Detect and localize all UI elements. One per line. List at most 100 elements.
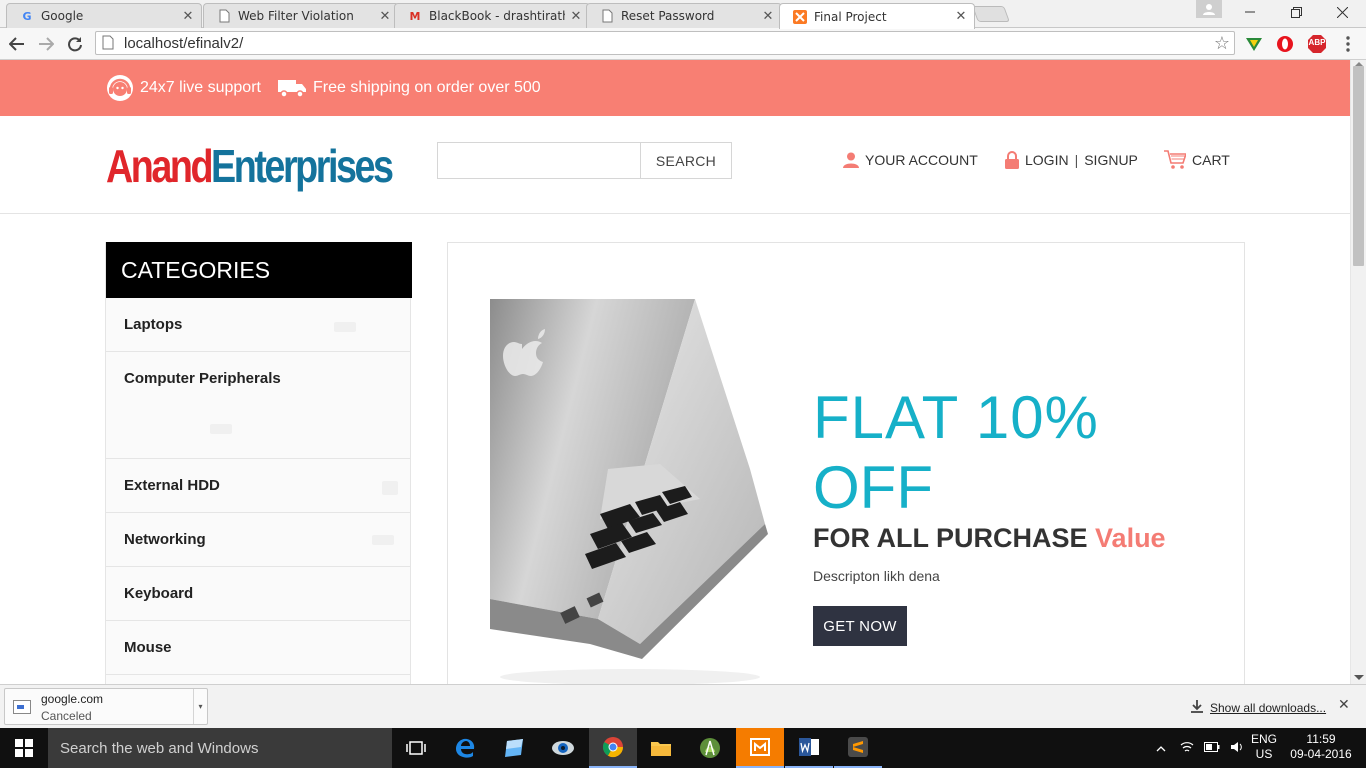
cart-link[interactable]: CART [1164, 148, 1230, 172]
tab-title: Final Project [814, 9, 887, 24]
user-icon [843, 152, 859, 168]
bookmark-star-icon[interactable]: ☆ [1214, 33, 1230, 54]
tab-reset-password[interactable]: Reset Password ✕ [586, 3, 782, 28]
offer-subheadline: FOR ALL PURCHASE Value [813, 523, 1166, 554]
download-arrow-icon [1190, 699, 1204, 716]
restore-icon[interactable] [1273, 0, 1319, 24]
photos-app-icon[interactable] [490, 728, 538, 768]
tab-web-filter-violation[interactable]: Web Filter Violation ✕ [203, 3, 399, 28]
logo-part-2: Enterprises [211, 140, 394, 192]
get-now-button[interactable]: GET NOW [813, 606, 907, 646]
search-button[interactable]: SEARCH [640, 143, 731, 178]
windows-start-icon[interactable] [0, 728, 48, 768]
category-label: Keyboard [124, 585, 194, 602]
minimize-icon[interactable] [1227, 0, 1273, 24]
language-code: ENG [1251, 732, 1278, 746]
login-signup-separator: | [1074, 152, 1079, 168]
new-tab-button[interactable] [972, 6, 1010, 22]
input-language[interactable]: ENG US [1251, 732, 1277, 762]
download-filename: google.com [41, 692, 104, 706]
clock[interactable]: 11:59 09-04-2016 [1290, 732, 1352, 762]
close-tab-icon[interactable]: ✕ [761, 9, 775, 24]
file-explorer-icon[interactable] [637, 728, 685, 768]
download-item[interactable]: google.com Canceled ▾ [4, 688, 208, 725]
category-decoration [382, 481, 398, 495]
lock-icon [1005, 151, 1019, 169]
show-all-downloads[interactable]: Show all downloads... [1190, 699, 1326, 716]
android-studio-icon[interactable] [686, 728, 734, 768]
edge-icon[interactable] [441, 728, 489, 768]
eye-app-icon[interactable] [539, 728, 587, 768]
close-tab-icon[interactable]: ✕ [954, 9, 968, 24]
tab-title: Google [41, 9, 84, 23]
battery-icon[interactable] [1204, 741, 1220, 755]
close-window-icon[interactable] [1319, 0, 1365, 24]
category-label: Computer Peripherals [124, 370, 281, 387]
laptop-image [490, 299, 768, 684]
category-laptops[interactable]: Laptops [106, 298, 410, 352]
maxthon-icon[interactable] [736, 728, 784, 768]
task-view-icon[interactable] [392, 728, 440, 768]
download-menu-icon[interactable]: ▾ [193, 689, 207, 724]
windows-taskbar: Search the web and Windows ENG US 11:59 … [0, 728, 1366, 768]
category-external-hdd[interactable]: External HDD [106, 459, 410, 513]
chrome-icon[interactable] [589, 728, 637, 768]
page-scrollbar[interactable] [1350, 60, 1366, 684]
category-decoration [210, 424, 232, 434]
offer-subheadline-accent: Value [1095, 523, 1166, 553]
site-search: SEARCH [437, 142, 732, 179]
sublime-text-icon[interactable] [834, 728, 882, 768]
logo-part-1: Anand [106, 140, 214, 192]
category-decoration [372, 535, 394, 545]
search-input[interactable] [438, 143, 640, 178]
back-icon[interactable] [5, 32, 29, 56]
address-bar[interactable]: localhost/efinalv2/ ☆ [95, 31, 1235, 55]
region-code: US [1255, 747, 1273, 761]
signup-link[interactable]: SIGNUP [1084, 152, 1138, 168]
opera-extension-icon[interactable] [1274, 34, 1296, 54]
show-all-downloads-link[interactable]: Show all downloads... [1210, 701, 1326, 715]
volume-icon[interactable] [1230, 741, 1244, 756]
page-viewport: 24x7 live support Free shipping on order… [0, 60, 1350, 684]
category-keyboard[interactable]: Keyboard [106, 567, 410, 621]
adblock-extension-icon[interactable]: ABP [1306, 34, 1328, 54]
scrollbar-thumb[interactable] [1353, 66, 1364, 266]
scroll-down-icon[interactable] [1354, 675, 1364, 680]
login-link[interactable]: LOGIN [1025, 152, 1069, 168]
tab-google[interactable]: G Google ✕ [6, 3, 202, 28]
taskbar-search-input[interactable]: Search the web and Windows [48, 728, 392, 768]
categories-sidebar: CATEGORIES Laptops Computer Peripherals … [105, 242, 412, 684]
truck-icon [277, 77, 307, 99]
file-icon [13, 700, 31, 714]
category-label: Networking [124, 531, 206, 548]
close-shelf-icon[interactable]: ✕ [1338, 697, 1350, 713]
xampp-icon [792, 9, 808, 25]
clock-time: 11:59 [1306, 732, 1336, 746]
tab-blackbook[interactable]: M BlackBook - drashtirathod ✕ [394, 3, 590, 28]
close-tab-icon[interactable]: ✕ [181, 9, 195, 24]
close-tab-icon[interactable]: ✕ [569, 9, 583, 24]
category-computer-peripherals[interactable]: Computer Peripherals [106, 352, 410, 459]
word-icon[interactable] [785, 728, 833, 768]
promo-banner: FLAT 10% OFF FOR ALL PURCHASE Value Desc… [447, 242, 1245, 684]
tab-final-project[interactable]: Final Project ✕ [779, 3, 975, 29]
category-mouse[interactable]: Mouse [106, 621, 410, 675]
reload-icon[interactable] [63, 32, 87, 56]
download-shelf: google.com Canceled ▾ Show all downloads… [0, 684, 1366, 728]
your-account-label: YOUR ACCOUNT [865, 152, 978, 168]
tab-title: Web Filter Violation [238, 9, 354, 23]
profile-icon[interactable] [1196, 0, 1222, 18]
category-networking[interactable]: Networking [106, 513, 410, 567]
tab-title: Reset Password [621, 9, 715, 23]
clock-date: 09-04-2016 [1290, 747, 1352, 761]
forward-icon[interactable] [34, 32, 58, 56]
your-account-link[interactable]: YOUR ACCOUNT [843, 148, 978, 172]
close-tab-icon[interactable]: ✕ [378, 9, 392, 24]
site-logo[interactable]: AnandEnterprises [106, 134, 394, 198]
chrome-menu-icon[interactable] [1337, 34, 1359, 54]
wifi-icon[interactable] [1180, 741, 1194, 756]
shield-extension-icon[interactable] [1243, 34, 1265, 54]
promo-bar: 24x7 live support Free shipping on order… [0, 60, 1350, 116]
tray-expand-icon[interactable] [1154, 741, 1168, 755]
category-decoration [334, 322, 356, 332]
